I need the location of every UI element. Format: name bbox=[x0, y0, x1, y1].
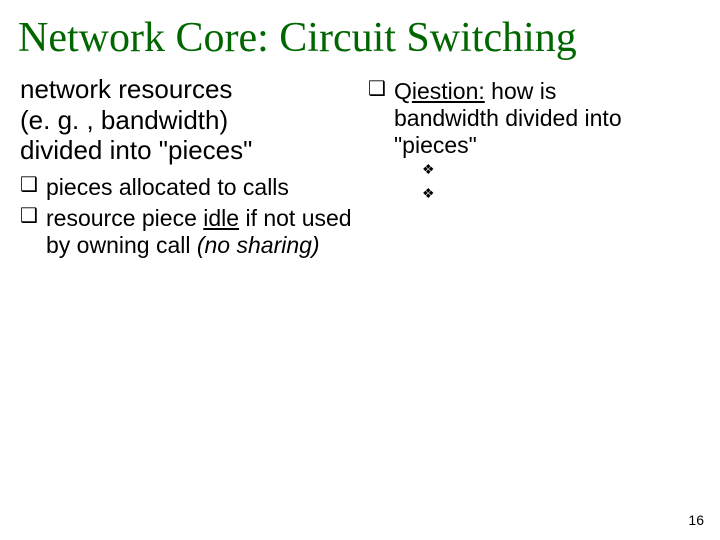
right-q-l1-underlined: iestion: bbox=[412, 78, 485, 104]
right-sub-2 bbox=[422, 185, 700, 207]
left-column: network resources (e. g. , bandwidth) di… bbox=[10, 70, 360, 263]
page-number: 16 bbox=[688, 512, 704, 528]
left-bullet-2-prefix: resource piece bbox=[46, 205, 203, 231]
left-lead: network resources (e. g. , bandwidth) di… bbox=[20, 74, 352, 166]
left-lead-line2: (e. g. , bandwidth) bbox=[20, 105, 228, 135]
left-bullet-2: resource piece idle if not used by ownin… bbox=[20, 205, 352, 259]
slide: Network Core: Circuit Switching network … bbox=[0, 0, 720, 540]
slide-title: Network Core: Circuit Switching bbox=[0, 0, 720, 68]
right-sub-bullets bbox=[394, 161, 700, 207]
left-bullet-2-italic: (no sharing) bbox=[197, 232, 320, 258]
left-bullet-2-underlined: idle bbox=[203, 205, 239, 231]
left-lead-line1: network resources bbox=[20, 74, 232, 104]
right-bullets: Qiestion: how is bandwidth divided into … bbox=[368, 78, 700, 207]
left-lead-line3: divided into "pieces" bbox=[20, 135, 252, 165]
right-q-l2: bandwidth divided into bbox=[394, 105, 622, 131]
left-bullet-1-text: pieces allocated to calls bbox=[46, 174, 289, 200]
right-q-l1-pre: Q bbox=[394, 78, 412, 104]
right-q-l3: "pieces" bbox=[394, 132, 477, 158]
slide-body: network resources (e. g. , bandwidth) di… bbox=[0, 68, 720, 263]
right-q-l1-post: how is bbox=[485, 78, 557, 104]
right-bullet-question: Qiestion: how is bandwidth divided into … bbox=[368, 78, 700, 207]
left-bullets: pieces allocated to calls resource piece… bbox=[20, 174, 352, 259]
left-bullet-1: pieces allocated to calls bbox=[20, 174, 352, 201]
right-column: Qiestion: how is bandwidth divided into … bbox=[360, 70, 710, 263]
right-sub-1 bbox=[422, 161, 700, 183]
